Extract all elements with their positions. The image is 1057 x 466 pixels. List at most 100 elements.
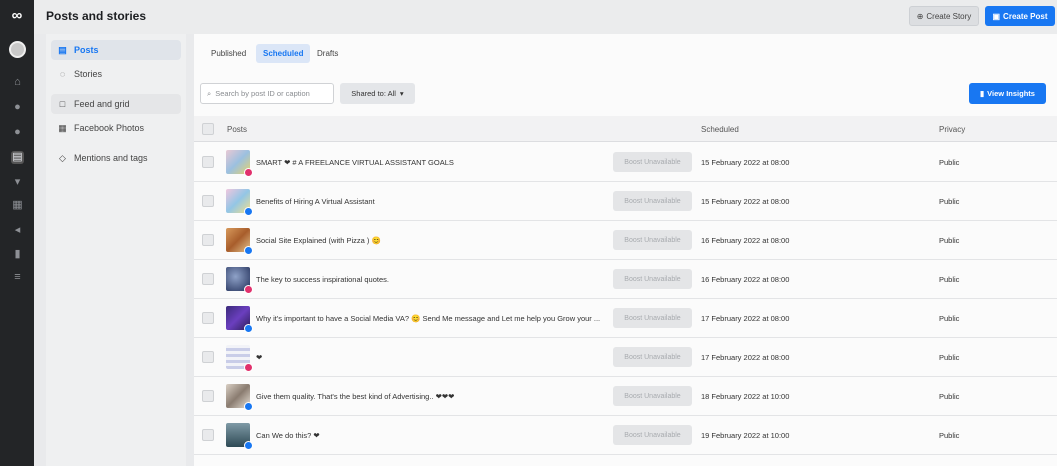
sidebar-item-stories[interactable]: ◌ Stories	[51, 64, 181, 84]
post-caption[interactable]: The key to success inspirational quotes.	[256, 275, 606, 284]
sidebar-item-label: Mentions and tags	[74, 153, 148, 163]
tab-published[interactable]: Published	[204, 44, 253, 63]
post-caption[interactable]: Benefits of Hiring A Virtual Assistant	[256, 197, 606, 206]
search-input[interactable]: ⌕ Search by post ID or caption	[200, 83, 334, 104]
instagram-icon	[244, 168, 253, 177]
table-row[interactable]: Why it's important to have a Social Medi…	[194, 299, 1057, 338]
boost-button[interactable]: Boost Unavailable	[613, 425, 692, 445]
table-row[interactable]: SMART ❤ # A FREELANCE VIRTUAL ASSISTANT …	[194, 143, 1057, 182]
tag-icon: ◇	[59, 152, 66, 163]
scheduled-time: 17 February 2022 at 08:00	[701, 353, 790, 362]
create-post-button[interactable]: ▣ Create Post	[985, 6, 1055, 26]
calendar-icon[interactable]: ▦	[11, 199, 24, 212]
post-caption[interactable]: ❤	[256, 353, 606, 362]
row-checkbox[interactable]	[202, 312, 214, 324]
table-row[interactable]: ❤ Boost Unavailable 17 February 2022 at …	[194, 338, 1057, 377]
boost-button[interactable]: Boost Unavailable	[613, 152, 692, 172]
page-avatar[interactable]	[9, 41, 26, 58]
menu-icon[interactable]: ≡	[11, 271, 24, 284]
search-icon: ⌕	[207, 88, 212, 98]
boost-button[interactable]: Boost Unavailable	[613, 347, 692, 367]
search-placeholder: Search by post ID or caption	[215, 89, 310, 98]
facebook-icon	[244, 324, 253, 333]
ads-icon[interactable]: ◂	[11, 224, 24, 237]
select-all-checkbox[interactable]	[202, 123, 214, 135]
main-panel: Published Scheduled Drafts ⌕ Search by p…	[194, 34, 1057, 466]
scheduled-time: 16 February 2022 at 08:00	[701, 275, 790, 284]
inbox-icon[interactable]: ●	[11, 126, 24, 139]
table-row[interactable]: Social Site Explained (with Pizza ) 😊 Bo…	[194, 221, 1057, 260]
sidebar-item-posts[interactable]: ▤ Posts	[51, 40, 181, 60]
row-checkbox[interactable]	[202, 195, 214, 207]
table-row[interactable]: Can We do this? ❤ Boost Unavailable 19 F…	[194, 416, 1057, 455]
create-story-label: Create Story	[926, 11, 972, 21]
posts-table: SMART ❤ # A FREELANCE VIRTUAL ASSISTANT …	[194, 143, 1057, 455]
sidebar-item-facebook-photos[interactable]: ▦ Facebook Photos	[51, 118, 181, 138]
row-checkbox[interactable]	[202, 273, 214, 285]
post-caption[interactable]: Can We do this? ❤	[256, 431, 606, 440]
meta-logo[interactable]: ∞	[6, 8, 28, 24]
tab-scheduled[interactable]: Scheduled	[256, 44, 311, 63]
facebook-icon	[244, 441, 253, 450]
instagram-icon	[244, 285, 253, 294]
boost-button[interactable]: Boost Unavailable	[613, 230, 692, 250]
boost-button[interactable]: Boost Unavailable	[613, 269, 692, 289]
posts-icon: ▤	[58, 44, 67, 55]
boost-button[interactable]: Boost Unavailable	[613, 308, 692, 328]
table-row[interactable]: Give them quality. That's the best kind …	[194, 377, 1057, 416]
post-caption[interactable]: Social Site Explained (with Pizza ) 😊	[256, 236, 606, 245]
column-header-scheduled: Scheduled	[701, 125, 739, 134]
stories-icon: ◌	[59, 68, 66, 79]
column-header-privacy: Privacy	[939, 125, 966, 134]
table-row[interactable]: Benefits of Hiring A Virtual Assistant B…	[194, 182, 1057, 221]
table-header: Posts Scheduled Privacy	[194, 116, 1057, 142]
sidebar-item-mentions-tags[interactable]: ◇ Mentions and tags	[51, 148, 181, 168]
row-checkbox[interactable]	[202, 156, 214, 168]
posts-nav-icon[interactable]: ▤	[11, 151, 24, 164]
boost-button[interactable]: Boost Unavailable	[613, 386, 692, 406]
privacy-value: Public	[939, 431, 960, 440]
left-nav-rail: ∞ ⌂ ● ● ▤ ▾ ▦ ◂ ▮ ≡	[0, 0, 34, 466]
feed-grid-icon: □	[59, 98, 66, 109]
boost-button[interactable]: Boost Unavailable	[613, 191, 692, 211]
caret-down-icon: ▾	[399, 89, 404, 98]
table-row[interactable]: The key to success inspirational quotes.…	[194, 260, 1057, 299]
page-title: Posts and stories	[46, 9, 147, 23]
shared-to-dropdown[interactable]: Shared to: All ▾	[340, 83, 415, 104]
privacy-value: Public	[939, 275, 960, 284]
scheduled-time: 18 February 2022 at 10:00	[701, 392, 790, 401]
privacy-value: Public	[939, 197, 960, 206]
privacy-value: Public	[939, 158, 960, 167]
facebook-icon	[244, 402, 253, 411]
facebook-icon	[244, 207, 253, 216]
content-sidebar: ▤ Posts ◌ Stories □ Feed and grid ▦ Face…	[46, 34, 186, 466]
view-insights-button[interactable]: ▮ View Insights	[969, 83, 1046, 104]
shop-icon[interactable]: ▾	[11, 176, 24, 189]
privacy-value: Public	[939, 353, 960, 362]
scheduled-time: 19 February 2022 at 10:00	[701, 431, 790, 440]
scheduled-time: 16 February 2022 at 08:00	[701, 236, 790, 245]
post-caption[interactable]: Give them quality. That's the best kind …	[256, 392, 606, 401]
sidebar-item-feed-grid[interactable]: □ Feed and grid	[51, 94, 181, 114]
tab-drafts[interactable]: Drafts	[310, 44, 345, 63]
notifications-icon[interactable]: ●	[11, 101, 24, 114]
photos-icon: ▦	[58, 122, 67, 133]
row-checkbox[interactable]	[202, 429, 214, 441]
post-caption[interactable]: Why it's important to have a Social Medi…	[256, 314, 606, 323]
sidebar-item-label: Feed and grid	[74, 99, 130, 109]
shared-to-label: Shared to: All	[351, 89, 396, 98]
row-checkbox[interactable]	[202, 390, 214, 402]
sidebar-item-label: Posts	[74, 45, 99, 55]
row-checkbox[interactable]	[202, 234, 214, 246]
sidebar-item-label: Facebook Photos	[74, 123, 145, 133]
insights-nav-icon[interactable]: ▮	[11, 248, 24, 261]
create-story-button[interactable]: ⊕ Create Story	[909, 6, 979, 26]
privacy-value: Public	[939, 392, 960, 401]
scheduled-time: 15 February 2022 at 08:00	[701, 197, 790, 206]
row-checkbox[interactable]	[202, 351, 214, 363]
column-header-posts: Posts	[227, 125, 248, 134]
post-caption[interactable]: SMART ❤ # A FREELANCE VIRTUAL ASSISTANT …	[256, 158, 606, 167]
home-icon[interactable]: ⌂	[11, 76, 24, 89]
compose-icon: ▣	[992, 11, 1001, 21]
top-bar: Posts and stories ⊕ Create Story ▣ Creat…	[34, 0, 1057, 34]
